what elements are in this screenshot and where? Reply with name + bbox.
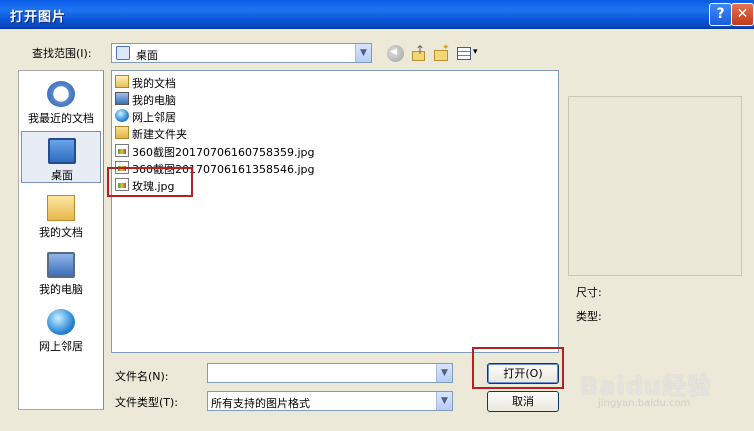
baidu-watermark: Baidu经验 — [580, 372, 712, 400]
help-button[interactable]: ? — [709, 3, 732, 26]
my-documents-icon — [47, 195, 75, 221]
file-name: 网上邻居 — [132, 111, 176, 124]
window-title: 打开图片 — [10, 10, 67, 25]
place-network[interactable]: 网上邻居 — [21, 303, 101, 355]
place-recent[interactable]: 我最近的文档 — [21, 75, 101, 127]
filetype-label: 文件类型(T): — [115, 396, 179, 409]
file-list[interactable]: 我的文档 我的电脑 网上邻居 新建文件夹 360截图20170706160758… — [111, 70, 559, 353]
back-icon[interactable] — [387, 45, 404, 62]
place-label: 网上邻居 — [39, 340, 83, 353]
place-label: 桌面 — [51, 169, 73, 182]
my-documents-icon — [115, 75, 129, 88]
highlight-box-file — [107, 167, 193, 197]
up-folder-icon[interactable] — [410, 43, 427, 62]
filename-input[interactable]: ▼ — [207, 363, 453, 383]
place-my-documents[interactable]: 我的文档 — [21, 189, 101, 241]
new-folder-icon[interactable] — [433, 43, 450, 62]
chevron-down-icon[interactable]: ▼ — [355, 44, 371, 62]
folder-icon — [115, 126, 129, 139]
network-places-icon — [47, 309, 75, 335]
place-label: 我最近的文档 — [28, 112, 94, 125]
cancel-button[interactable]: 取消 — [487, 391, 559, 412]
chevron-down-icon[interactable]: ▼ — [436, 392, 452, 410]
jpg-file-icon — [115, 144, 129, 157]
close-button[interactable]: ✕ — [731, 3, 754, 26]
desktop-icon — [116, 46, 130, 60]
size-label: 尺寸: — [576, 286, 602, 299]
filetype-dropdown[interactable]: 所有支持的图片格式 ▼ — [207, 391, 453, 411]
place-label: 我的文档 — [39, 226, 83, 239]
recent-documents-icon — [47, 81, 75, 107]
place-desktop[interactable]: 桌面 — [21, 131, 101, 183]
desktop-icon — [48, 138, 76, 164]
file-name: 我的电脑 — [132, 94, 176, 107]
baidu-watermark-url: jingyan.baidu.com — [598, 398, 691, 409]
filetype-value: 所有支持的图片格式 — [211, 397, 310, 410]
chevron-down-icon[interactable]: ▼ — [436, 364, 452, 382]
my-computer-icon — [47, 252, 75, 278]
place-label: 我的电脑 — [39, 283, 83, 296]
type-label: 类型: — [576, 310, 602, 323]
file-name: 新建文件夹 — [132, 128, 187, 141]
lookin-value: 桌面 — [136, 49, 158, 62]
file-name: 我的文档 — [132, 77, 176, 90]
title-bar: 打开图片 ? ✕ — [0, 0, 754, 29]
filename-label: 文件名(N): — [115, 370, 169, 383]
views-menu-icon[interactable] — [457, 45, 479, 62]
network-places-icon — [115, 109, 129, 122]
my-computer-icon — [115, 92, 129, 105]
places-bar: 我最近的文档 桌面 我的文档 我的电脑 网上邻居 — [18, 70, 104, 410]
preview-pane — [568, 96, 742, 276]
lookin-dropdown[interactable]: 桌面 ▼ — [111, 43, 372, 63]
highlight-box-open — [472, 347, 564, 389]
lookin-label: 查找范围(I): — [32, 47, 92, 60]
place-my-computer[interactable]: 我的电脑 — [21, 246, 101, 298]
file-name: 360截图20170706160758359.jpg — [132, 146, 315, 159]
